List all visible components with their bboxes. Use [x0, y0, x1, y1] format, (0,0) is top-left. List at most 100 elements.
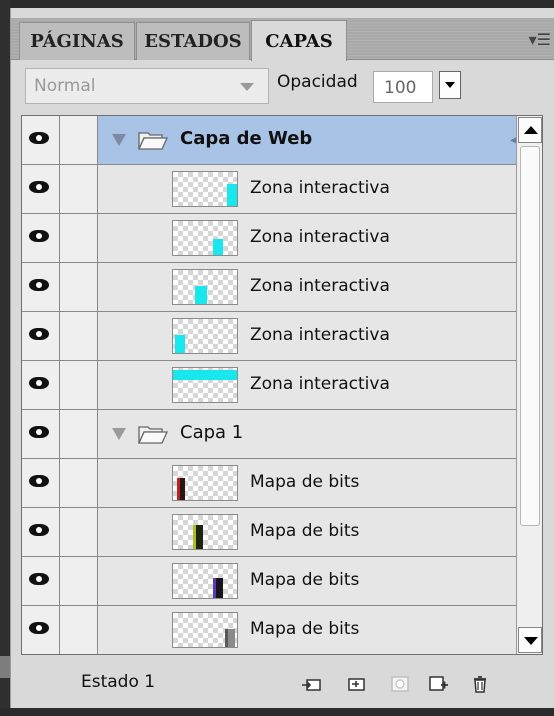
eye-icon	[29, 181, 49, 193]
opacity-value: 100	[384, 78, 417, 98]
visibility-toggle[interactable]	[22, 459, 60, 507]
visibility-toggle[interactable]	[22, 557, 60, 605]
layer-content: Zona interactiva	[98, 312, 516, 360]
lock-toggle[interactable]	[60, 557, 98, 605]
thumbnail-fill	[175, 335, 185, 353]
panel-menu-icon[interactable]: ▾☰	[529, 30, 551, 49]
layer-rows: Capa de Web ◂⊞▸ Zona interactiva	[22, 116, 536, 654]
opacity-dropdown-button[interactable]	[439, 71, 461, 99]
layer-row[interactable]: Mapa de bits	[22, 459, 516, 508]
folder-icon	[138, 130, 168, 150]
lock-toggle[interactable]	[60, 116, 98, 164]
layer-row[interactable]: Mapa de bits	[22, 508, 516, 557]
lock-toggle[interactable]	[60, 508, 98, 556]
folder-icon	[138, 424, 168, 444]
layer-thumbnail	[172, 367, 238, 403]
layer-thumbnail	[172, 612, 238, 648]
new-sublayer-icon[interactable]	[301, 674, 323, 694]
layer-row[interactable]: Zona interactiva	[22, 361, 516, 410]
layer-name: Mapa de bits	[250, 521, 360, 541]
layer-row[interactable]: Zona interactiva	[22, 263, 516, 312]
layer-group-row[interactable]: Capa 1	[22, 410, 531, 459]
eye-icon	[29, 573, 49, 585]
layer-name: Zona interactiva	[250, 325, 390, 345]
disclosure-triangle-icon[interactable]	[112, 134, 126, 146]
visibility-toggle[interactable]	[22, 312, 60, 360]
eye-icon	[29, 132, 49, 144]
visibility-toggle[interactable]	[22, 361, 60, 409]
layer-name: Mapa de bits	[250, 619, 360, 639]
lock-toggle[interactable]	[60, 606, 98, 654]
lock-toggle[interactable]	[60, 312, 98, 360]
eye-icon	[29, 279, 49, 291]
visibility-toggle[interactable]	[22, 165, 60, 213]
lock-toggle[interactable]	[60, 263, 98, 311]
lock-toggle[interactable]	[60, 361, 98, 409]
lock-toggle[interactable]	[60, 459, 98, 507]
tab-estados[interactable]: ESTADOS	[136, 22, 250, 60]
layer-name: Zona interactiva	[250, 374, 390, 394]
trash-icon[interactable]	[469, 674, 491, 694]
layer-name: Capa de Web	[180, 128, 313, 149]
visibility-toggle[interactable]	[22, 263, 60, 311]
chevron-down-icon	[240, 83, 254, 91]
eye-icon	[29, 622, 49, 634]
eye-icon	[29, 524, 49, 536]
layer-name: Capa 1	[180, 422, 244, 443]
layer-content: Zona interactiva	[98, 214, 516, 262]
thumbnail-fill	[213, 578, 223, 598]
layer-name: Zona interactiva	[250, 227, 390, 247]
opacity-label: Opacidad	[277, 72, 358, 92]
layer-name: Mapa de bits	[250, 472, 360, 492]
window-edge-highlight	[0, 656, 10, 678]
eye-icon	[29, 475, 49, 487]
layer-thumbnail	[172, 269, 238, 305]
layer-group-row[interactable]: Capa de Web ◂⊞▸	[22, 116, 536, 165]
visibility-toggle[interactable]	[22, 410, 60, 458]
blend-mode-value: Normal	[34, 76, 96, 96]
visibility-toggle[interactable]	[22, 116, 60, 164]
eye-icon	[29, 377, 49, 389]
scroll-down-button[interactable]	[518, 627, 542, 653]
state-label: Estado 1	[81, 672, 156, 692]
layer-thumbnail	[172, 220, 238, 256]
scroll-up-button[interactable]	[518, 117, 542, 143]
layer-name: Zona interactiva	[250, 178, 390, 198]
tab-paginas[interactable]: PÁGINAS	[19, 22, 135, 60]
layer-content: Mapa de bits	[98, 459, 516, 507]
window-bottom-edge	[0, 708, 554, 716]
blend-mode-select[interactable]: Normal	[25, 68, 269, 104]
layer-name: Zona interactiva	[250, 276, 390, 296]
scrollbar-thumb[interactable]	[520, 146, 540, 526]
thumbnail-fill	[225, 629, 235, 647]
layer-row[interactable]: Zona interactiva	[22, 165, 516, 214]
layer-row[interactable]: Zona interactiva	[22, 312, 516, 361]
layer-row[interactable]: Zona interactiva	[22, 214, 516, 263]
layers-list: Capa de Web ◂⊞▸ Zona interactiva	[21, 115, 543, 655]
opacity-input[interactable]: 100	[373, 71, 433, 103]
layers-scrollbar[interactable]	[516, 116, 542, 654]
visibility-toggle[interactable]	[22, 606, 60, 654]
eye-icon	[29, 426, 49, 438]
visibility-toggle[interactable]	[22, 508, 60, 556]
mask-icon[interactable]	[389, 674, 411, 694]
lock-toggle[interactable]	[60, 410, 98, 458]
disclosure-triangle-icon[interactable]	[112, 428, 126, 440]
panel-tab-bar: PÁGINAS ESTADOS CAPAS ▾☰	[11, 18, 554, 61]
arrow-up-icon	[524, 126, 538, 134]
tab-capas[interactable]: CAPAS	[251, 20, 347, 61]
layer-content: Zona interactiva	[98, 165, 516, 213]
layer-content: Zona interactiva	[98, 361, 516, 409]
layer-name: Mapa de bits	[250, 570, 360, 590]
add-state-icon[interactable]	[427, 674, 449, 694]
visibility-toggle[interactable]	[22, 214, 60, 262]
layer-row[interactable]: Mapa de bits	[22, 557, 516, 606]
arrow-down-icon	[524, 637, 538, 645]
lock-toggle[interactable]	[60, 214, 98, 262]
lock-toggle[interactable]	[60, 165, 98, 213]
eye-icon	[29, 230, 49, 242]
layer-content: Mapa de bits	[98, 508, 516, 556]
layer-row[interactable]: Mapa de bits	[22, 606, 516, 654]
new-layer-icon[interactable]	[345, 674, 367, 694]
thumbnail-fill	[193, 525, 203, 549]
